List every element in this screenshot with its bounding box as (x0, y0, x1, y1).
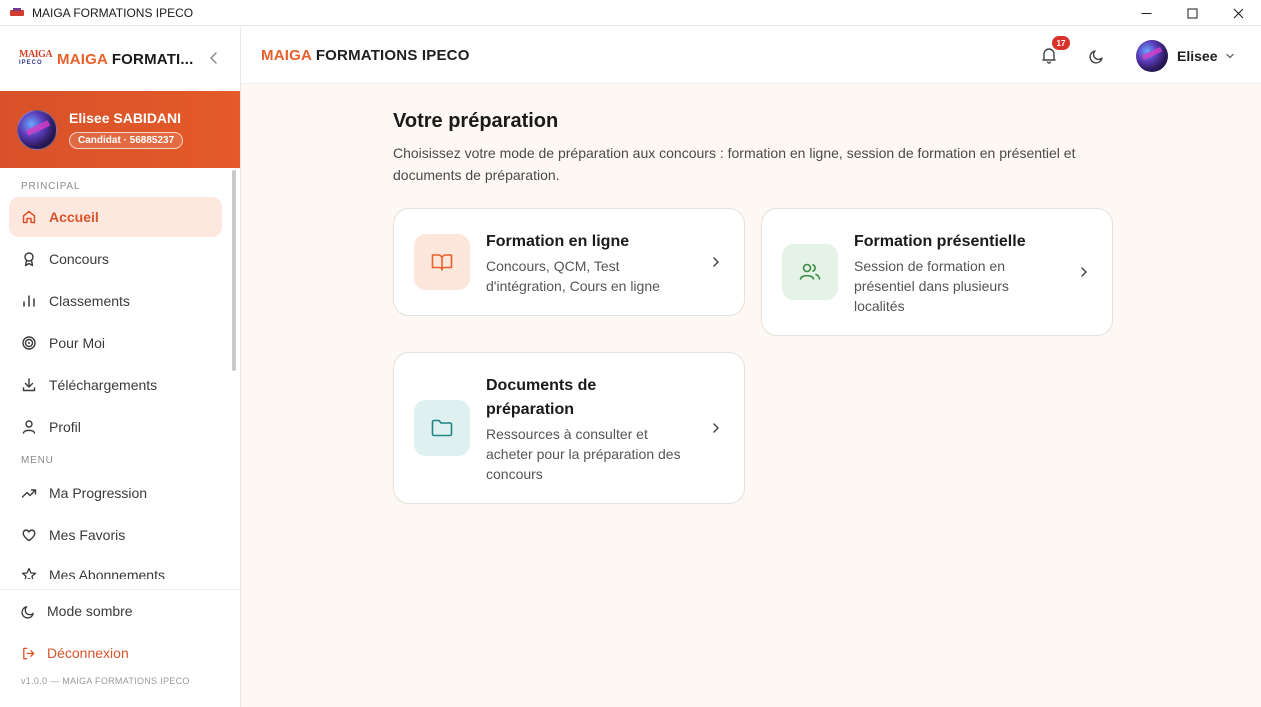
card-icon-box (782, 244, 838, 300)
sidebar-item-accueil[interactable]: Accueil (9, 197, 222, 237)
candidate-badge: Candidat · 56885237 (69, 132, 184, 149)
sidebar-item-abonnements[interactable]: Mes Abonnements (9, 557, 222, 579)
users-icon (799, 263, 821, 280)
download-icon (22, 378, 36, 392)
avatar (17, 109, 57, 150)
brand-logo: MAIGA IPECO (19, 49, 53, 69)
user-icon (22, 420, 36, 434)
bar-chart-icon (23, 295, 35, 307)
trending-up-icon (21, 489, 37, 498)
sidebar-item-classements[interactable]: Classements (9, 281, 222, 321)
sidebar-brand: MAIGA IPECO MAIGA FORMATI... (0, 27, 240, 91)
collapse-sidebar-icon[interactable] (207, 51, 221, 65)
chevron-right-icon (713, 257, 719, 267)
brand-name-rest: FORMATI... (107, 50, 194, 68)
book-open-icon (431, 254, 453, 271)
card-icon-box (414, 400, 470, 456)
card-title: Formation en ligne (486, 233, 630, 250)
sidebar-item-label: Accueil (49, 209, 99, 225)
header-title-rest: FORMATIONS IPECO (311, 46, 470, 64)
dark-mode-label: Mode sombre (47, 603, 133, 619)
card-title: Formation présentielle (854, 233, 1026, 250)
folder-icon (431, 419, 453, 437)
sidebar-item-label: Concours (49, 251, 109, 267)
maximize-icon (1187, 8, 1197, 18)
main-content: Votre préparation Choisissez votre mode … (241, 84, 1261, 707)
card-formation-presentielle[interactable]: Formation présentielle Session de format… (761, 208, 1113, 336)
version-text: v1.0.0 — MAIGA FORMATIONS IPECO (21, 676, 190, 686)
card-formation-en-ligne[interactable]: Formation en ligne Concours, QCM, Test d… (393, 208, 745, 316)
sidebar-footer: Mode sombre Déconnexion v1.0.0 — MAIGA F… (0, 589, 240, 707)
brand-name-accent: MAIGA (57, 50, 108, 68)
brand-logo-line2: IPECO (19, 60, 43, 66)
section-label-principal: PRINCIPAL (21, 181, 81, 192)
target-icon (22, 336, 36, 350)
dark-mode-button[interactable]: Mode sombre (0, 590, 240, 632)
sidebar-item-concours[interactable]: Concours (9, 239, 222, 279)
sidebar-item-label: Classements (49, 293, 130, 309)
chevron-down-icon (1226, 53, 1235, 59)
card-description: Session de formation en présentiel dans … (854, 258, 1009, 314)
brand-name: MAIGA FORMATI... (57, 51, 194, 68)
sidebar-user-card[interactable]: Elisee SABIDANI Candidat · 56885237 (0, 91, 240, 168)
card-description: Concours, QCM, Test d'intégration, Cours… (486, 258, 660, 294)
logout-label: Déconnexion (47, 645, 129, 661)
top-header: MAIGA FORMATIONS IPECO 17 Elisee (241, 27, 1261, 84)
minimize-button[interactable] (1123, 0, 1169, 26)
home-icon (22, 210, 36, 224)
notification-count-badge: 17 (1052, 36, 1070, 50)
logout-icon (23, 647, 35, 659)
sidebar-item-telechargements[interactable]: Téléchargements (9, 365, 222, 405)
card-documents-preparation[interactable]: Documents de préparation Ressources à co… (393, 352, 745, 504)
sidebar-item-label: Pour Moi (49, 335, 106, 351)
page-title: Votre préparation (393, 110, 559, 132)
chevron-right-icon (1081, 267, 1087, 277)
close-icon (1233, 8, 1243, 18)
sidebar-item-label: Ma Progression (49, 485, 148, 501)
header-title-accent: MAIGA (261, 46, 312, 64)
star-icon (21, 567, 37, 579)
app-logo-icon (10, 7, 24, 18)
sidebar-item-label: Mes Favoris (49, 527, 126, 543)
chevron-right-icon (713, 423, 719, 433)
window-title: MAIGA FORMATIONS IPECO (32, 5, 194, 20)
card-description: Ressources à consulter et acheter pour l… (486, 426, 681, 482)
heart-icon (22, 529, 36, 542)
brand-logo-line1: MAIGA (19, 49, 53, 60)
sidebar-item-favoris[interactable]: Mes Favoris (9, 515, 222, 555)
close-window-button[interactable] (1215, 0, 1261, 26)
maximize-button[interactable] (1169, 0, 1215, 26)
sidebar-item-profil[interactable]: Profil (9, 407, 222, 447)
award-icon (24, 252, 34, 267)
logout-button[interactable]: Déconnexion (0, 632, 240, 674)
theme-toggle-icon[interactable] (1089, 48, 1105, 64)
sidebar-item-label: Profil (49, 419, 81, 435)
window-controls (1123, 0, 1261, 26)
card-icon-box (414, 234, 470, 290)
header-username: Elisee (1177, 48, 1218, 64)
window-titlebar: MAIGA FORMATIONS IPECO (0, 0, 1261, 26)
section-label-menu: MENU (21, 455, 54, 466)
moon-icon (21, 605, 34, 619)
sidebar-item-label: Mes Abonnements (49, 567, 165, 579)
user-menu-button[interactable]: Elisee (1136, 40, 1235, 72)
page-description: Choisissez votre mode de préparation aux… (393, 145, 1076, 183)
user-name: Elisee SABIDANI (69, 110, 182, 126)
sidebar-nav: PRINCIPAL Accueil Concours Classements P… (0, 177, 232, 581)
sidebar-item-label: Téléchargements (49, 377, 158, 393)
sidebar-scrollbar[interactable] (232, 170, 236, 371)
minimize-icon (1141, 12, 1151, 14)
card-title: Documents de préparation (486, 377, 597, 418)
sidebar: MAIGA IPECO MAIGA FORMATI... Elisee SABI… (0, 27, 241, 707)
header-title: MAIGA FORMATIONS IPECO (261, 47, 470, 64)
sidebar-item-progression[interactable]: Ma Progression (9, 473, 222, 513)
avatar (1136, 40, 1168, 72)
sidebar-item-pour-moi[interactable]: Pour Moi (9, 323, 222, 363)
